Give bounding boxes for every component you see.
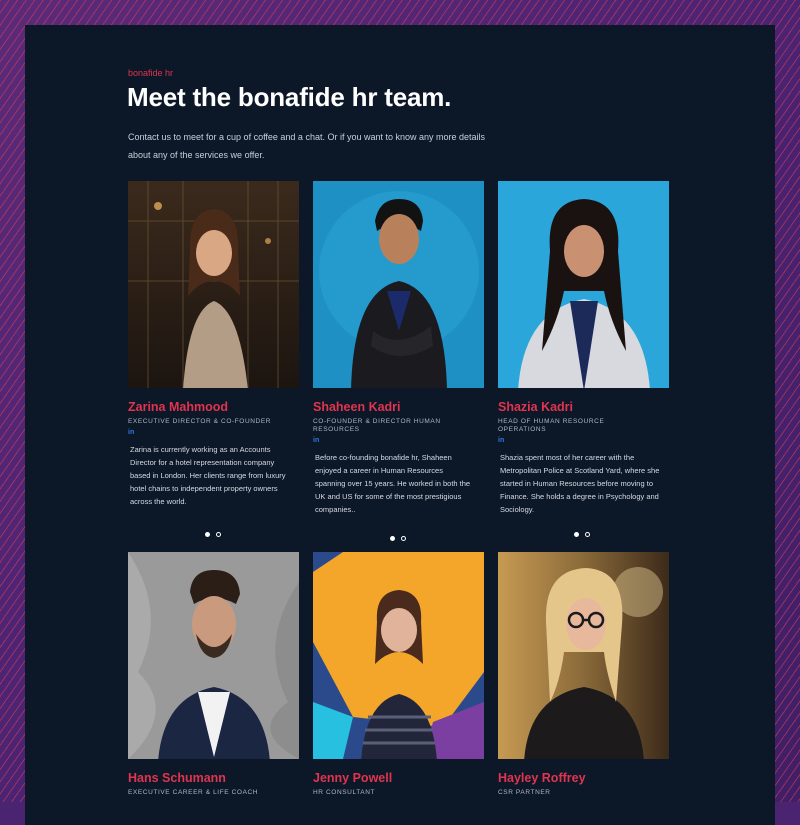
team-member-name: Zarina Mahmood	[128, 400, 229, 414]
carousel-dot[interactable]	[216, 532, 221, 537]
team-member-photo	[313, 181, 484, 388]
team-card: Hayley Roffrey CSR Partner	[498, 552, 669, 797]
team-member-bio: Zarina is currently working as an Accoun…	[130, 445, 286, 506]
team-member-photo	[498, 552, 669, 759]
team-member-role: Executive Director & Co-Founder	[128, 418, 272, 425]
team-member-name: Jenny Powell	[313, 771, 393, 785]
team-member-photo	[128, 552, 299, 759]
carousel-dots	[574, 532, 590, 537]
linkedin-icon[interactable]: in	[313, 437, 484, 444]
carousel-dot[interactable]	[390, 536, 395, 541]
team-member-bio: Shazia spent most of her career with the…	[500, 453, 660, 514]
carousel-dot[interactable]	[205, 532, 210, 537]
team-member-role: Co-Founder & Director Human Resources	[313, 418, 441, 433]
team-section: bonafide hr Meet the bonafide hr team. C…	[25, 25, 775, 825]
carousel-dots	[390, 536, 406, 541]
team-member-name: Shazia Kadri	[498, 400, 574, 414]
section-eyebrow: bonafide hr	[128, 68, 174, 78]
team-member-role: Executive Career & Life Coach	[128, 789, 259, 796]
team-member-photo	[313, 552, 484, 759]
team-member-role: CSR Partner	[498, 789, 551, 796]
carousel-dot[interactable]	[401, 536, 406, 541]
carousel-dots	[205, 532, 221, 537]
team-card: Jenny Powell HR Consultant	[313, 552, 484, 797]
team-member-bio: Before co-founding bonafide hr, Shaheen …	[315, 453, 471, 514]
linkedin-icon[interactable]: in	[128, 429, 299, 436]
team-card: Zarina Mahmood Executive Director & Co-F…	[128, 181, 299, 508]
intro-text: Contact us to meet for a cup of coffee a…	[128, 132, 486, 160]
team-card: Hans Schumann Executive Career & Life Co…	[128, 552, 299, 797]
team-card: Shaheen Kadri Co-Founder & Director Huma…	[313, 181, 484, 516]
page-title: Meet the bonafide hr team.	[127, 82, 452, 112]
team-member-role: HR Consultant	[313, 789, 376, 796]
team-member-name: Shaheen Kadri	[313, 400, 401, 414]
team-member-photo	[498, 181, 669, 388]
team-member-role: Head of Human Resource Operations	[498, 418, 605, 433]
team-member-name: Hayley Roffrey	[498, 771, 586, 785]
carousel-dot[interactable]	[585, 532, 590, 537]
team-member-name: Hans Schumann	[128, 771, 226, 785]
carousel-dot[interactable]	[574, 532, 579, 537]
team-card: Shazia Kadri Head of Human Resource Oper…	[498, 181, 669, 516]
team-member-photo	[128, 181, 299, 388]
linkedin-icon[interactable]: in	[498, 437, 669, 444]
